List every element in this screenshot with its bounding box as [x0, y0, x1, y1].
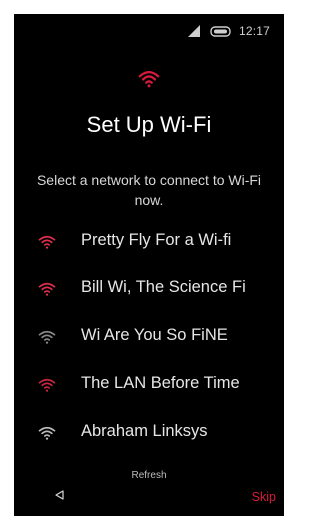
page-title: Set Up Wi-Fi: [86, 112, 212, 137]
network-name: Abraham Linksys: [81, 422, 208, 440]
wifi-icon: [38, 330, 56, 344]
network-item-wi-are-you-so-fine[interactable]: Wi Are You So FiNE: [14, 317, 284, 357]
status-time: 12:17: [238, 24, 270, 38]
network-item-pretty-fly-for-a-wi-fi[interactable]: Pretty Fly For a Wi-fi: [14, 222, 284, 262]
network-name: The LAN Before Time: [81, 374, 240, 392]
network-item-abraham-linksys[interactable]: Abraham Linksys: [14, 413, 284, 453]
wifi-icon: [38, 282, 56, 296]
network-item-bill-wi-the-science-fi[interactable]: Bill Wi, The Science Fi: [14, 269, 284, 309]
skip-button[interactable]: Skip: [252, 490, 276, 504]
signal-icon: [188, 25, 200, 37]
setup-screen: 12:17 Set Up Wi-Fi Select a network to c…: [14, 14, 284, 516]
wifi-icon: [38, 426, 56, 440]
network-name: Wi Are You So FiNE: [81, 326, 228, 344]
back-triangle-icon[interactable]: [55, 490, 65, 500]
wifi-icon: [38, 378, 56, 392]
battery-icon: [210, 26, 231, 37]
page-subtitle: Select a network to connect to Wi-Fi now…: [36, 172, 262, 208]
wifi-icon: [138, 71, 160, 88]
network-name: Pretty Fly For a Wi-fi: [81, 231, 232, 249]
status-bar: 12:17: [14, 14, 284, 42]
network-name: Bill Wi, The Science Fi: [81, 278, 246, 296]
wifi-icon: [38, 235, 56, 249]
network-item-the-lan-before-time[interactable]: The LAN Before Time: [14, 365, 284, 405]
refresh-button[interactable]: Refresh: [14, 470, 284, 481]
